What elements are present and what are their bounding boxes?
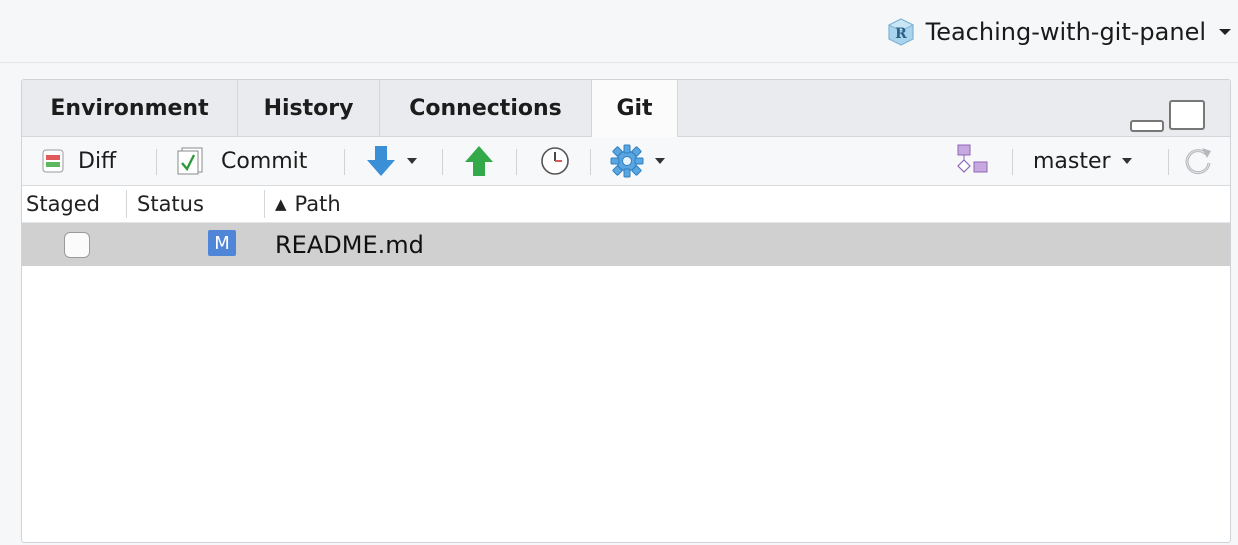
branch-label: master <box>1033 148 1111 174</box>
tab-bar: Environment History Connections Git <box>22 80 1230 137</box>
maximize-pane-button[interactable] <box>1169 100 1205 130</box>
refresh-button[interactable] <box>1182 137 1214 185</box>
toolbar-divider <box>1168 149 1169 175</box>
column-label: Status <box>137 192 204 216</box>
gear-icon <box>610 144 644 178</box>
branch-selector[interactable]: master <box>1033 137 1133 185</box>
toolbar-divider <box>344 149 345 175</box>
push-button[interactable] <box>464 137 494 185</box>
chevron-down-icon <box>1219 29 1231 35</box>
table-row[interactable]: M README.md <box>22 223 1230 266</box>
branch-icon <box>957 144 988 173</box>
pull-button[interactable] <box>366 137 418 185</box>
tab-connections[interactable]: Connections <box>380 80 592 136</box>
staged-checkbox[interactable] <box>64 232 90 258</box>
toolbar-divider <box>156 149 157 175</box>
column-header-path[interactable]: ▲ Path <box>275 186 575 222</box>
minimize-pane-button[interactable] <box>1130 120 1164 132</box>
commit-label: Commit <box>221 148 308 174</box>
git-toolbar: Diff Commit master <box>22 137 1230 186</box>
tab-git[interactable]: Git <box>592 80 678 137</box>
vcs-pane: Environment History Connections Git Diff <box>21 79 1231 543</box>
commit-button[interactable]: Commit <box>177 137 307 185</box>
new-branch-button[interactable] <box>954 137 990 185</box>
clock-icon <box>541 147 569 175</box>
changes-table-header: Staged Status ▲ Path <box>22 186 1230 223</box>
push-arrow-up-icon <box>465 146 493 176</box>
column-label: Path <box>294 192 341 216</box>
project-name: Teaching-with-git-panel <box>925 18 1206 46</box>
status-badge: M <box>208 230 236 256</box>
tab-history[interactable]: History <box>238 80 380 136</box>
chevron-down-icon <box>1121 158 1132 164</box>
tab-label: Git <box>616 96 653 121</box>
file-path: README.md <box>275 230 424 259</box>
diff-icon <box>42 149 64 173</box>
tab-label: Environment <box>50 95 209 121</box>
column-label: Staged <box>26 192 101 216</box>
column-header-status[interactable]: Status <box>137 186 265 222</box>
commit-checkbox-icon <box>177 147 203 175</box>
project-bar: R Teaching-with-git-panel <box>0 0 1238 63</box>
tab-environment[interactable]: Environment <box>22 80 238 136</box>
column-divider[interactable] <box>264 190 265 218</box>
svg-text:R: R <box>895 26 907 42</box>
pull-arrow-down-icon <box>367 146 395 176</box>
toolbar-divider <box>1012 149 1013 175</box>
history-button[interactable] <box>540 137 570 185</box>
toolbar-divider <box>516 149 517 175</box>
column-header-staged[interactable]: Staged <box>26 186 126 222</box>
toolbar-divider <box>590 149 591 175</box>
diff-label: Diff <box>78 148 117 174</box>
status-label: M <box>214 232 230 254</box>
refresh-icon <box>1185 148 1211 175</box>
toolbar-divider <box>442 149 443 175</box>
tab-label: History <box>263 95 354 121</box>
chevron-down-icon <box>655 158 665 164</box>
sort-ascending-icon: ▲ <box>275 195 287 213</box>
column-divider[interactable] <box>126 190 127 218</box>
tab-label: Connections <box>409 95 562 121</box>
chevron-down-icon <box>407 158 417 164</box>
more-options-button[interactable] <box>610 137 666 185</box>
diff-button[interactable]: Diff <box>42 137 116 185</box>
r-project-icon: R <box>887 18 914 46</box>
project-menu[interactable]: R Teaching-with-git-panel <box>886 14 1232 50</box>
